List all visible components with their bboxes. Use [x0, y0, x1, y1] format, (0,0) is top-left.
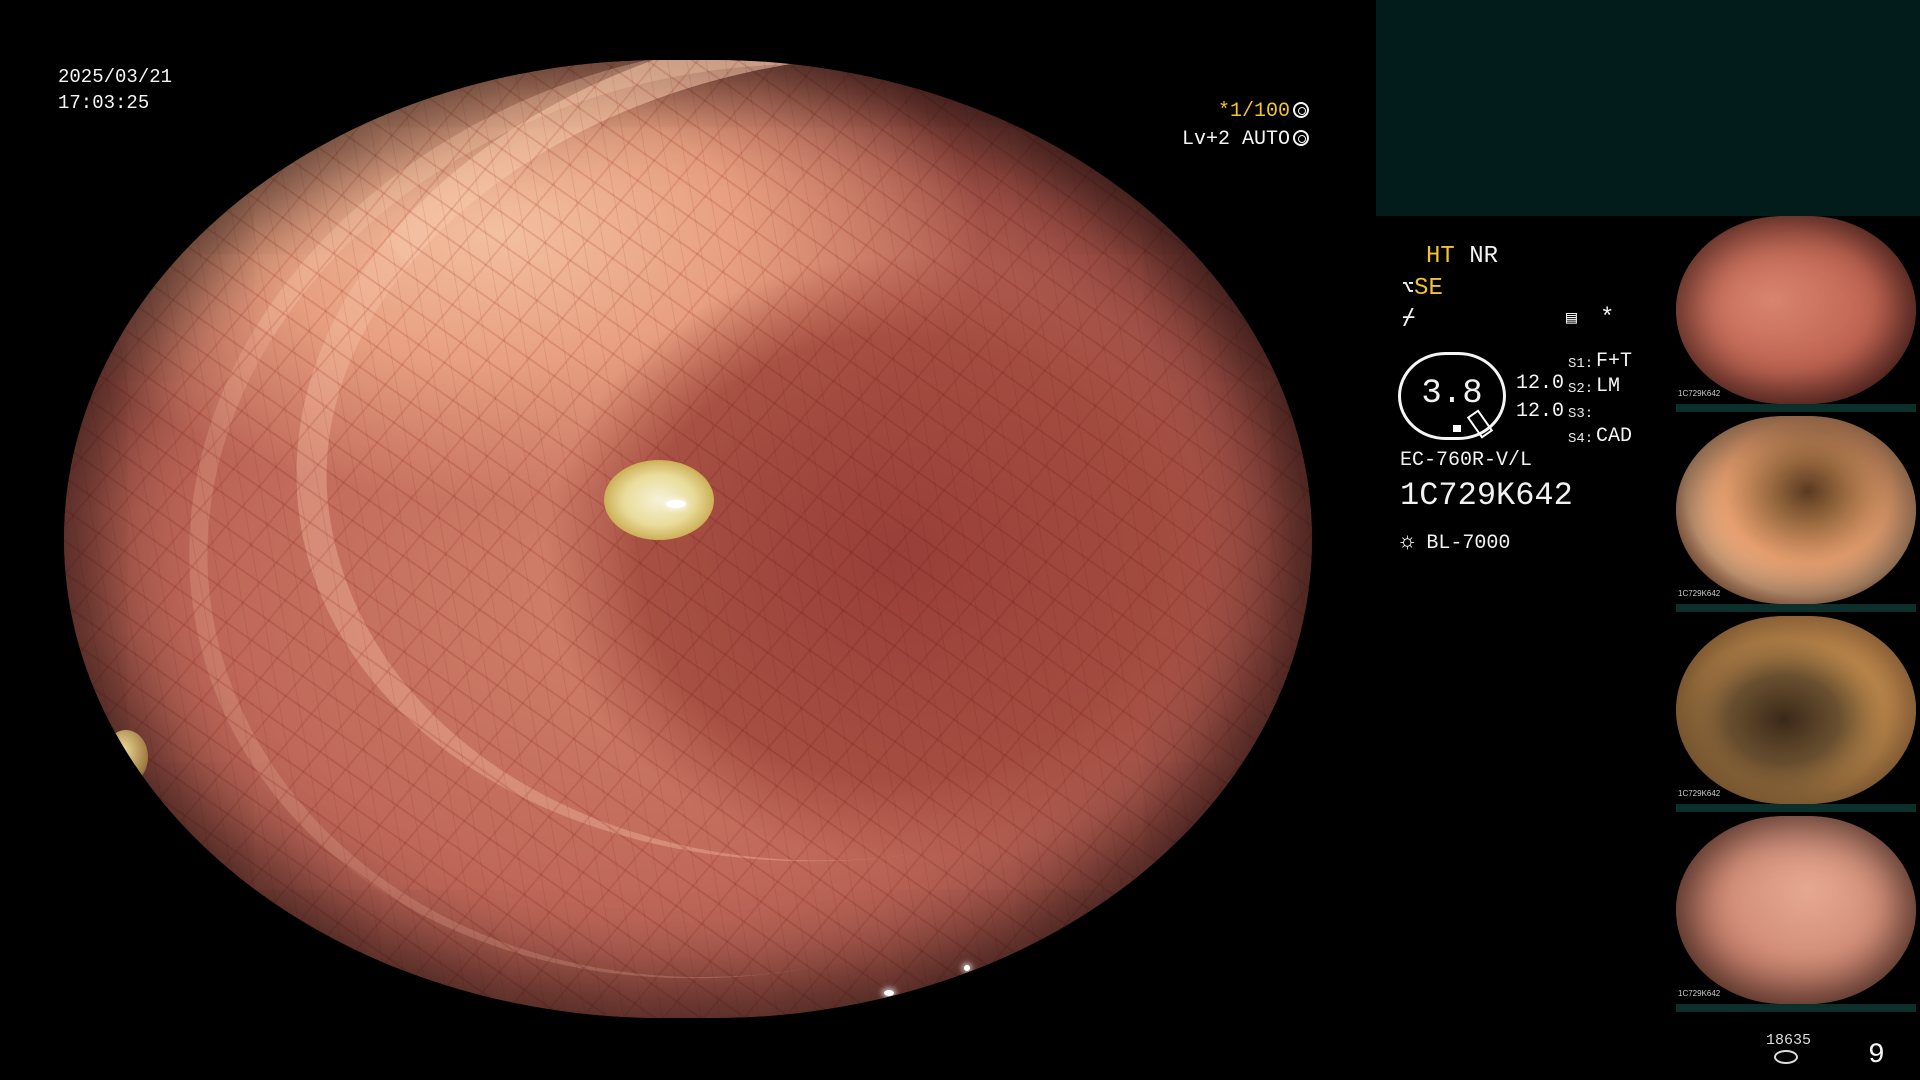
- scope-serial: 1C729K642: [1400, 477, 1573, 514]
- lamp-icon: ☼: [1400, 529, 1415, 556]
- s1-label: S1:: [1568, 356, 1594, 372]
- capture-count: 9: [1868, 1040, 1885, 1071]
- thumbnail-image: [1676, 416, 1916, 604]
- left-value-1: 12.0: [1516, 372, 1565, 395]
- asterisk-indicator: *: [1600, 305, 1615, 332]
- thumbnail-1[interactable]: 1C729K642: [1676, 216, 1916, 412]
- left-value-2: 12.0: [1516, 400, 1565, 423]
- live-endoscope-view: [64, 60, 1312, 1018]
- se-indicator: SE: [1414, 275, 1443, 302]
- freeze-icon: ⌿: [1402, 306, 1416, 331]
- s1-value: F+T: [1596, 350, 1633, 373]
- ht-indicator: HT: [1426, 243, 1455, 270]
- thumbnail-3[interactable]: 1C729K642: [1676, 616, 1916, 812]
- exposure-readout: *1/100 Lv+2 AUTO: [1182, 98, 1310, 154]
- shutter-prefix: *: [1218, 100, 1231, 123]
- thumbnail-caption: 1C729K642: [1678, 989, 1721, 998]
- s2-label: S2:: [1568, 381, 1594, 397]
- thumbnail-image: [1676, 816, 1916, 1004]
- glare-spot: [666, 500, 686, 508]
- date-text: 2025/03/21: [58, 66, 173, 88]
- nr-indicator: NR: [1469, 243, 1499, 270]
- vascular-pattern: [64, 60, 1312, 1018]
- scale-value: 3.8: [1421, 375, 1483, 413]
- thumbnail-caption: 1C729K642: [1678, 589, 1721, 598]
- side-debris: [104, 730, 148, 784]
- thumbnail-2[interactable]: 1C729K642: [1676, 416, 1916, 612]
- auto-iris-icon: [1293, 130, 1310, 146]
- scale-bar-icon: [1466, 409, 1494, 439]
- enhance-icon: ⌥: [1402, 278, 1415, 301]
- level-value: Lv+2 AUTO: [1182, 128, 1291, 151]
- scale-display: 3.8: [1398, 352, 1506, 440]
- glare-spot: [970, 78, 984, 88]
- scale-marker: [1453, 425, 1461, 432]
- s2-value: LM: [1596, 375, 1621, 398]
- time-text: 17:03:25: [58, 92, 150, 114]
- glare-spot: [964, 965, 970, 971]
- s3-label: S3:: [1568, 406, 1594, 422]
- light-source: BL-7000: [1426, 532, 1511, 555]
- thumbnail-image: [1676, 216, 1916, 404]
- thumbnail-4[interactable]: 1C729K642: [1676, 816, 1916, 1012]
- sub-monitor-area: [1376, 0, 1920, 216]
- thumbnail-caption: 1C729K642: [1678, 389, 1721, 398]
- aperture-icon: [1293, 102, 1310, 118]
- image-count: 18635: [1766, 1032, 1812, 1049]
- memory-icon: ▤: [1566, 309, 1577, 329]
- glare-spot: [884, 990, 894, 996]
- thumbnail-caption: 1C729K642: [1678, 789, 1721, 798]
- scope-model: EC-760R-V/L: [1400, 449, 1533, 472]
- s4-label: S4:: [1568, 431, 1594, 447]
- thumbnail-image: [1676, 616, 1916, 804]
- storage-icon: [1774, 1050, 1798, 1064]
- shutter-value: 1/100: [1230, 100, 1291, 123]
- date-time-readout: 2025/03/21 17:03:25: [58, 64, 172, 116]
- processor-status-panel: HT NR ⌥SE ⌿ ▤ * 3.8 12.0 12.0 S1: F+T S2…: [1390, 238, 1680, 568]
- lumen-opening: [604, 460, 714, 540]
- s4-value: CAD: [1596, 425, 1633, 448]
